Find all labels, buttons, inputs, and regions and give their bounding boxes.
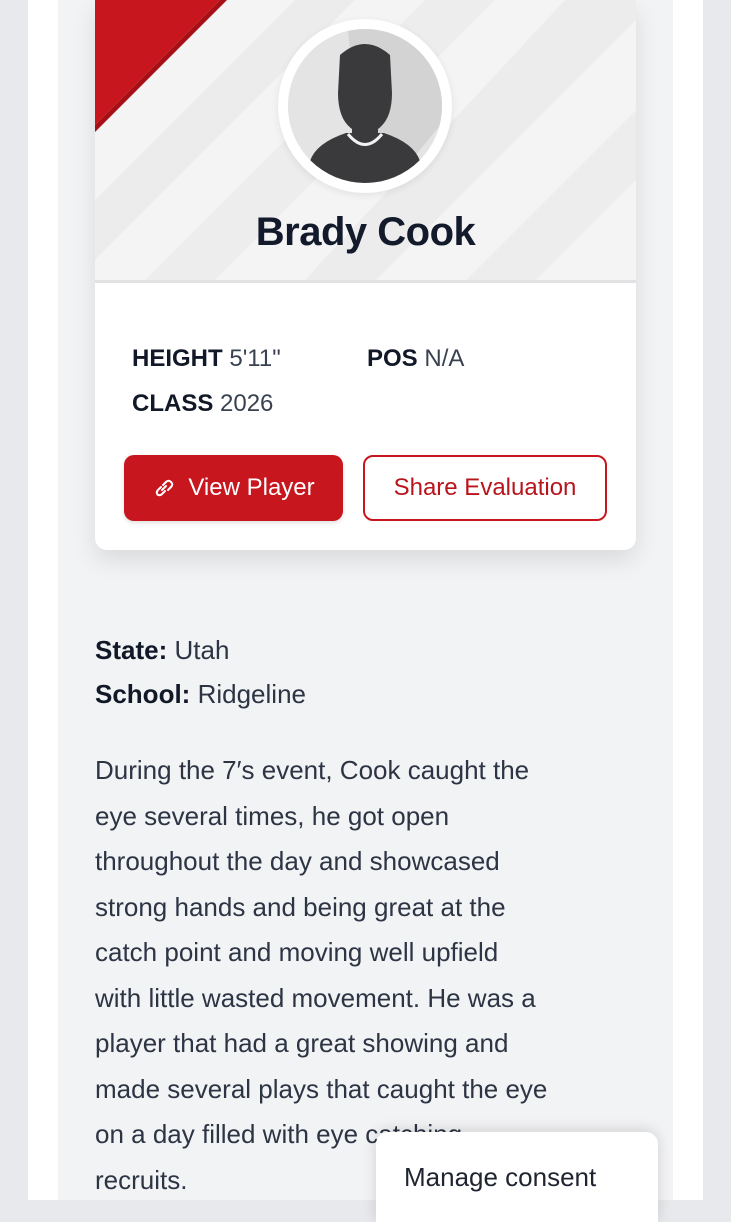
avatar [288, 29, 442, 183]
evaluation-line: strong hands and being great at the [95, 891, 506, 922]
player-details: State: Utah School: Ridgeline [95, 628, 655, 716]
school-value: Ridgeline [197, 679, 306, 709]
manage-consent-label: Manage consent [404, 1162, 597, 1192]
evaluation-line: throughout the day and showcased [95, 846, 500, 876]
stat-class-value: 2026 [220, 390, 274, 417]
link-icon [152, 476, 176, 500]
evaluation-line: with little wasted movement. He was a [95, 982, 536, 1013]
stat-height-value: 5'11" [229, 345, 281, 372]
card-hero-banner: Brady Cook [95, 0, 636, 283]
share-evaluation-button[interactable]: Share Evaluation [363, 455, 607, 521]
school-row: School: Ridgeline [95, 672, 655, 716]
stat-position-value: N/A [424, 345, 465, 372]
player-name: Brady Cook [255, 210, 476, 254]
evaluation-line: player that had a great showing and [95, 1028, 509, 1058]
school-label: School: [95, 679, 191, 709]
view-player-button[interactable]: View Player [124, 455, 343, 521]
player-profile-card: Brady Cook HEIGHT 5'11" POS N/A CLASS 20… [95, 0, 636, 550]
stat-position: POS N/A [367, 345, 464, 373]
evaluation-line: made several plays that caught the eye [95, 1073, 548, 1104]
stat-class: CLASS 2026 [132, 390, 273, 418]
person-silhouette-icon [288, 29, 442, 183]
state-label: State: [95, 635, 168, 665]
state-row: State: Utah [95, 628, 655, 672]
evaluation-line: catch point and moving well upfield [95, 937, 499, 967]
stat-height: HEIGHT 5'11" [132, 345, 281, 373]
share-evaluation-label: Share Evaluation [393, 474, 577, 501]
stat-position-label: POS [367, 345, 418, 372]
stat-class-label: CLASS [132, 390, 214, 417]
evaluation-line: eye several times, he got open [95, 800, 450, 831]
view-player-label: View Player [188, 474, 315, 501]
state-value: Utah [174, 635, 230, 665]
avatar-frame [278, 19, 452, 193]
manage-consent-button[interactable]: Manage consent [376, 1132, 658, 1222]
stat-height-label: HEIGHT [132, 345, 223, 372]
evaluation-line: During the 7′s event, Cook caught the [95, 755, 530, 785]
